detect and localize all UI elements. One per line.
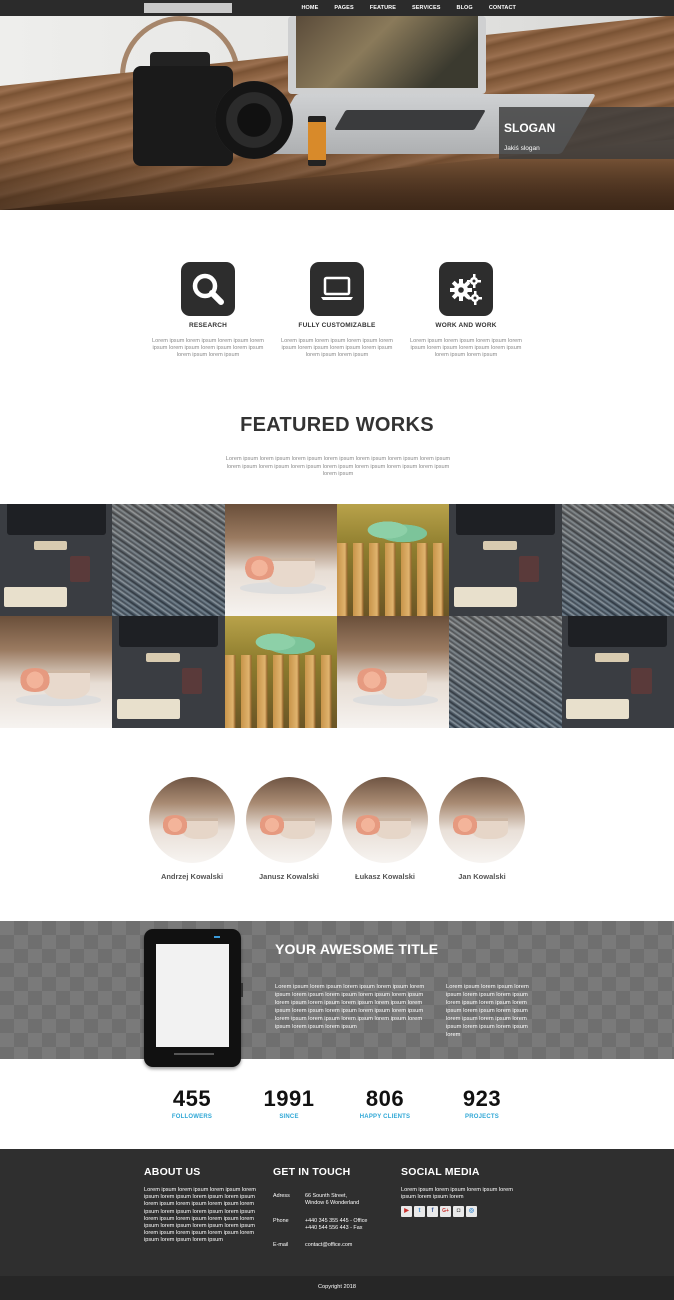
facebook-icon[interactable]: f xyxy=(427,1206,438,1217)
email-label: E-mail xyxy=(273,1242,289,1248)
banner-title: YOUR AWESOME TITLE xyxy=(275,941,439,957)
slogan-box: SLOGAN Jakiś slogan xyxy=(499,107,674,159)
phone-fax: +440 544 556 443 - Fax xyxy=(305,1225,363,1231)
team-member: Janusz Kowalski xyxy=(246,777,332,881)
stat-label: FOLLOWERS xyxy=(171,1114,213,1120)
stat-label: SINCE xyxy=(279,1114,299,1120)
slogan-title: SLOGAN xyxy=(504,121,556,135)
address-line-2: Window 6 Wonderland xyxy=(305,1200,360,1206)
twitter-icon[interactable]: t xyxy=(414,1206,425,1217)
feature-text: Lorem ipsum lorem ipsum lorem ipsum lore… xyxy=(281,338,393,358)
instagram-icon[interactable]: ◘ xyxy=(453,1206,464,1217)
stat-since: 1991 SINCE xyxy=(249,1086,329,1120)
featured-works-title: FEATURED WORKS xyxy=(240,414,434,436)
portfolio-grid xyxy=(0,504,674,728)
portfolio-item[interactable] xyxy=(337,616,450,728)
footer-social-title: SOCIAL MEDIA xyxy=(401,1166,480,1178)
portfolio-item[interactable] xyxy=(0,504,113,616)
feature-title: RESEARCH xyxy=(188,322,228,329)
team-member: Andrzej Kowalski xyxy=(149,777,235,881)
feature-text: Lorem ipsum lorem ipsum lorem ipsum lore… xyxy=(410,338,522,358)
hero-laptop-display xyxy=(296,16,478,88)
footer-about-title: ABOUT US xyxy=(144,1166,201,1178)
hero-camera-lens xyxy=(215,81,293,159)
portfolio-item[interactable] xyxy=(449,504,562,616)
stat-label: HAPPY CLIENTS xyxy=(359,1114,411,1120)
portfolio-item[interactable] xyxy=(0,616,113,728)
team-member: Jan Kowalski xyxy=(439,777,525,881)
portfolio-item[interactable] xyxy=(449,616,562,728)
copyright-text: Copyright 2018 xyxy=(318,1284,356,1290)
email-link[interactable]: contact@office.com xyxy=(305,1242,352,1249)
tablet-side-button xyxy=(241,983,243,997)
tablet-screen xyxy=(156,944,229,1047)
feature-work: WORK AND WORK Lorem ipsum lorem ipsum lo… xyxy=(406,262,526,359)
stat-value: 806 xyxy=(365,1086,405,1111)
google-plus-icon[interactable]: G+ xyxy=(440,1206,451,1217)
stat-label: PROJECTS xyxy=(465,1114,499,1120)
nav-item-home[interactable]: HOME xyxy=(293,0,326,16)
social-icons: ▶ t f G+ ◘ ◎ xyxy=(401,1206,477,1217)
team-member-name: Jan Kowalski xyxy=(458,872,506,881)
team-member-name: Janusz Kowalski xyxy=(258,872,320,881)
avatar[interactable] xyxy=(149,777,235,863)
footer-social-text: Lorem ipsum lorem ipsum lorem ipsum lore… xyxy=(401,1187,513,1201)
team-member-name: Łukasz Kowalski xyxy=(354,872,416,881)
laptop-icon xyxy=(310,262,364,316)
stat-value: 923 xyxy=(462,1086,502,1111)
featured-works-description: Lorem ipsum lorem ipsum lorem ipsum lore… xyxy=(225,456,451,477)
hero-laptop-keyboard xyxy=(334,110,486,130)
team-member-name: Andrzej Kowalski xyxy=(160,872,224,881)
main-menu: HOME PAGES FEATURE SERVICES BLOG CONTACT xyxy=(293,0,524,16)
stat-happy-clients: 806 HAPPY CLIENTS xyxy=(345,1086,425,1120)
tablet-status-bar xyxy=(214,936,220,938)
tablet-nav-buttons xyxy=(174,1053,214,1056)
avatar[interactable] xyxy=(342,777,428,863)
feature-title: WORK AND WORK xyxy=(435,322,497,329)
team-member: Łukasz Kowalski xyxy=(342,777,428,881)
stat-followers: 455 FOLLOWERS xyxy=(152,1086,232,1120)
portfolio-item[interactable] xyxy=(561,616,674,728)
feature-text: Lorem ipsum lorem ipsum lorem ipsum lore… xyxy=(152,338,264,358)
stat-value: 1991 xyxy=(263,1086,315,1111)
portfolio-item[interactable] xyxy=(224,504,337,616)
stat-value: 455 xyxy=(172,1086,212,1111)
address-line-1: 66 Sounth Street, xyxy=(305,1193,347,1199)
footer-contact-title: GET IN TOUCH xyxy=(273,1166,351,1178)
portfolio-item[interactable] xyxy=(337,504,450,616)
site-logo[interactable] xyxy=(144,3,232,13)
top-navigation-bar: HOME PAGES FEATURE SERVICES BLOG CONTACT xyxy=(0,0,674,16)
stat-projects: 923 PROJECTS xyxy=(442,1086,522,1120)
tablet-device-image xyxy=(144,929,243,1067)
avatar[interactable] xyxy=(439,777,525,863)
dribbble-icon[interactable]: ◎ xyxy=(466,1206,477,1217)
nav-item-services[interactable]: SERVICES xyxy=(404,0,449,16)
portfolio-item[interactable] xyxy=(561,504,674,616)
gears-icon xyxy=(439,262,493,316)
youtube-icon[interactable]: ▶ xyxy=(401,1206,412,1217)
avatar[interactable] xyxy=(246,777,332,863)
hero-film-canister xyxy=(308,116,326,166)
nav-item-blog[interactable]: BLOG xyxy=(449,0,481,16)
feature-title: FULLY CUSTOMIZABLE xyxy=(298,322,376,329)
portfolio-item[interactable] xyxy=(112,504,225,616)
feature-customizable: FULLY CUSTOMIZABLE Lorem ipsum lorem ips… xyxy=(277,262,397,359)
phone-label: Phone xyxy=(273,1218,289,1224)
nav-item-pages[interactable]: PAGES xyxy=(326,0,361,16)
portfolio-item[interactable] xyxy=(112,616,225,728)
slogan-text: Jakiś slogan xyxy=(504,145,540,152)
banner-text-left: Lorem ipsum lorem ipsum lorem ipsum lore… xyxy=(275,984,425,1030)
banner-text-right: Lorem ipsum lorem ipsum lorem ipsum lore… xyxy=(446,984,529,1038)
address-label: Adress xyxy=(273,1193,290,1199)
search-icon xyxy=(181,262,235,316)
phone-office: +440 345 355 445 - Office xyxy=(305,1218,368,1224)
nav-item-feature[interactable]: FEATURE xyxy=(362,0,404,16)
nav-item-contact[interactable]: CONTACT xyxy=(481,0,524,16)
portfolio-item[interactable] xyxy=(224,616,337,728)
feature-research: RESEARCH Lorem ipsum lorem ipsum lorem i… xyxy=(148,262,268,359)
footer-about-text: Lorem ipsum lorem ipsum lorem ipsum lore… xyxy=(144,1187,256,1244)
